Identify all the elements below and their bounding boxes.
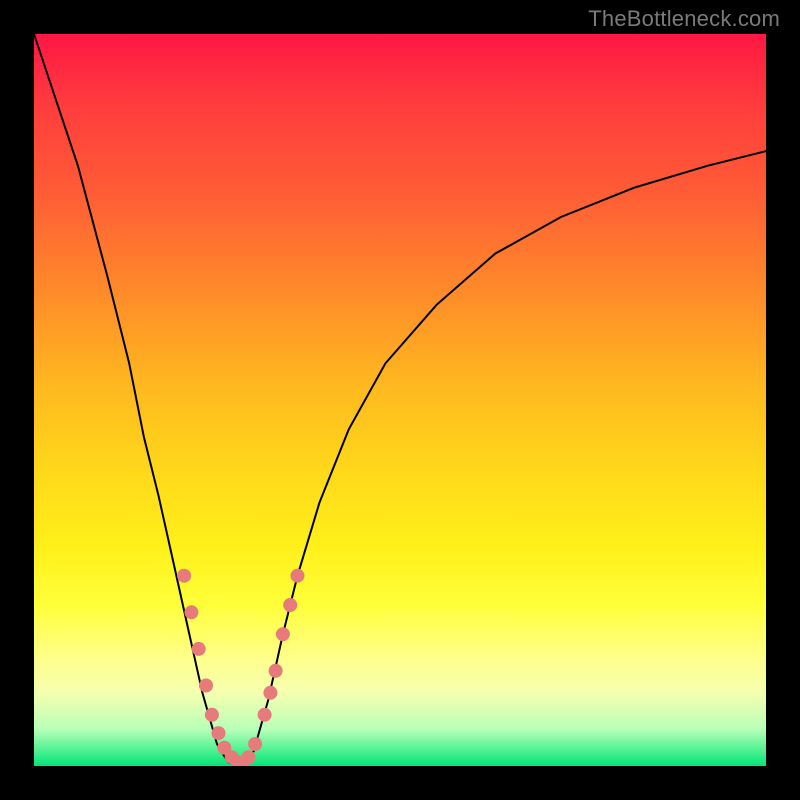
attribution-text: TheBottleneck.com [588, 6, 780, 32]
marker-dot [276, 627, 290, 641]
marker-dot [248, 737, 262, 751]
marker-dot [283, 598, 297, 612]
chart-frame: TheBottleneck.com [0, 0, 800, 800]
marker-dot [212, 726, 226, 740]
curve-right-curve [239, 151, 766, 766]
marker-dot [205, 708, 219, 722]
marker-dot [184, 605, 198, 619]
marker-dot [291, 569, 305, 583]
marker-dot [199, 679, 213, 693]
marker-dot [242, 750, 256, 764]
marker-dot [258, 708, 272, 722]
plot-area [34, 34, 766, 766]
marker-dot [263, 686, 277, 700]
marker-dot [269, 664, 283, 678]
marker-dot [192, 642, 206, 656]
curve-left-curve [34, 34, 239, 766]
marker-dot [177, 569, 191, 583]
curve-layer [34, 34, 766, 766]
